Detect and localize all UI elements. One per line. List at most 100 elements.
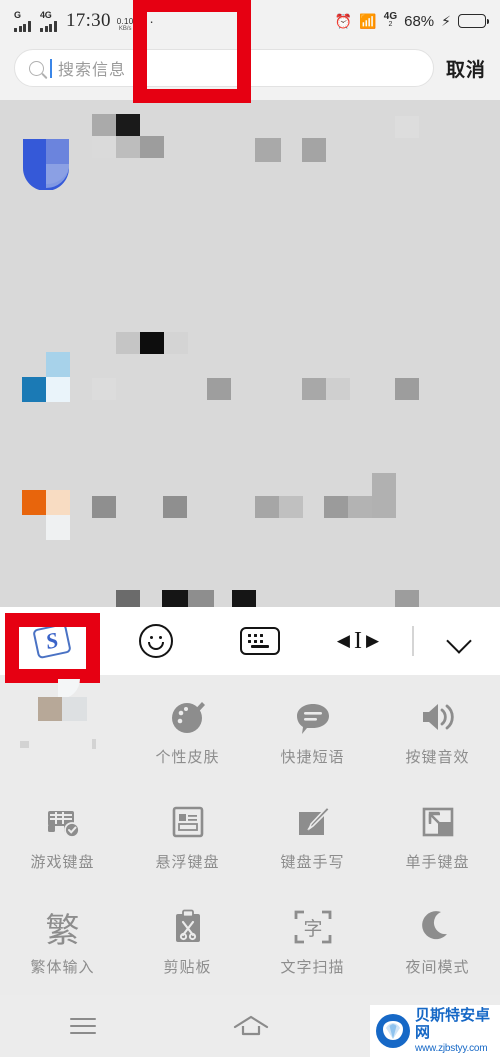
panel-item-label: 个性皮肤 bbox=[155, 749, 220, 766]
mosaic-block bbox=[92, 496, 116, 518]
collapse-keyboard-button[interactable] bbox=[422, 628, 500, 654]
list-item-avatar bbox=[22, 352, 70, 402]
network-type-sim1-label: G bbox=[14, 10, 21, 20]
sogou-logo-icon: S bbox=[32, 622, 72, 660]
search-bar: 搜索信息 取消 bbox=[0, 42, 500, 100]
svg-text:字: 字 bbox=[303, 918, 322, 940]
traditional-chinese-icon: 繁 bbox=[45, 910, 80, 951]
mosaic-block bbox=[162, 590, 188, 607]
battery-percent-label: 68% bbox=[404, 12, 435, 30]
mosaic-block bbox=[255, 138, 281, 162]
search-input[interactable]: 搜索信息 bbox=[14, 49, 434, 87]
clipboard-scissors-icon bbox=[168, 907, 208, 947]
signal-bars-sim1-icon: G bbox=[14, 10, 35, 32]
alarm-clock-icon: ⏰ bbox=[334, 12, 353, 29]
panel-item-text-scan[interactable]: 字 文字扫描 bbox=[250, 890, 375, 995]
panel-item-blurred[interactable] bbox=[0, 679, 125, 784]
panel-item-one-hand-keyboard[interactable]: 单手键盘 bbox=[375, 784, 500, 889]
network-type-sim2-label: 4G bbox=[40, 10, 52, 20]
panel-item-label: 悬浮键盘 bbox=[155, 854, 220, 871]
mosaic-block bbox=[116, 136, 140, 158]
mosaic-block bbox=[279, 496, 303, 518]
list-item-avatar bbox=[22, 490, 70, 540]
smiley-icon bbox=[139, 624, 173, 658]
panel-row: 游戏键盘 悬浮键盘 键盘手写 单手键盘 bbox=[0, 784, 500, 889]
signal-bars-sim2-icon: 4G bbox=[40, 10, 61, 32]
watermark: 贝斯特安卓网 www.zjbstyy.com bbox=[370, 1005, 500, 1057]
mosaic-block bbox=[164, 332, 188, 354]
cursor-move-icon: ◀ I ▶ bbox=[336, 627, 380, 654]
mosaic-block bbox=[116, 332, 140, 354]
palette-brush-icon bbox=[168, 697, 208, 737]
watermark-url: www.zjbstyy.com bbox=[415, 1042, 488, 1054]
mosaic-block bbox=[348, 496, 372, 518]
phone-screen: G 4G 17:30 0.10 KB/s ·· ⏰ 📶 4G 2 68% ⚡ 搜… bbox=[0, 0, 500, 1057]
mosaic-block bbox=[116, 590, 140, 607]
watermark-site-name: 贝斯特安卓网 bbox=[415, 1008, 491, 1042]
mosaic-block bbox=[302, 378, 326, 400]
mosaic-block bbox=[92, 136, 116, 158]
shell-logo-icon bbox=[376, 1014, 410, 1048]
status-overflow-dots: ·· bbox=[143, 13, 155, 29]
home-icon bbox=[233, 1015, 269, 1037]
keyboard-toolbar: S ◀ I ▶ bbox=[0, 607, 500, 683]
network-speed-value: 0.10 bbox=[116, 17, 134, 26]
panel-item-label: 剪贴板 bbox=[163, 960, 212, 977]
status-bar: G 4G 17:30 0.10 KB/s ·· ⏰ 📶 4G 2 68% ⚡ bbox=[0, 0, 500, 42]
panel-item-floating-keyboard[interactable]: 悬浮键盘 bbox=[125, 784, 250, 889]
panel-item-game-keyboard[interactable]: 游戏键盘 bbox=[0, 784, 125, 889]
speaker-icon bbox=[418, 697, 458, 737]
sim2-network-icon: 4G 2 bbox=[384, 12, 397, 29]
emoji-button[interactable] bbox=[104, 624, 208, 658]
cursor-move-button[interactable]: ◀ I ▶ bbox=[312, 628, 404, 655]
toolbar-divider bbox=[404, 626, 422, 656]
search-icon bbox=[29, 60, 44, 76]
sim2-index-label: 2 bbox=[388, 21, 393, 28]
mosaic-block bbox=[395, 116, 419, 138]
keyboard-layout-button[interactable] bbox=[208, 627, 312, 655]
system-nav-bar: 贝斯特安卓网 www.zjbstyy.com bbox=[0, 995, 500, 1057]
status-bar-left: G 4G 17:30 0.10 KB/s ·· bbox=[14, 10, 155, 32]
list-item-avatar bbox=[22, 138, 70, 191]
moon-icon bbox=[418, 907, 458, 947]
panel-item-clipboard[interactable]: 剪贴板 bbox=[125, 890, 250, 995]
text-scan-icon: 字 bbox=[293, 907, 333, 947]
mosaic-block bbox=[326, 378, 350, 400]
search-placeholder: 搜索信息 bbox=[58, 62, 127, 79]
nav-recents-button[interactable] bbox=[0, 1013, 167, 1039]
mosaic-block bbox=[255, 496, 279, 518]
floating-keyboard-icon bbox=[168, 802, 208, 842]
mosaic-block bbox=[163, 496, 187, 518]
mosaic-block bbox=[188, 590, 214, 607]
handwriting-pen-icon bbox=[293, 802, 333, 842]
mosaic-block bbox=[116, 114, 140, 136]
panel-item-key-sound[interactable]: 按键音效 bbox=[375, 679, 500, 784]
panel-item-label: 按键音效 bbox=[405, 749, 470, 766]
mosaic-block bbox=[207, 378, 231, 400]
cancel-button[interactable]: 取消 bbox=[446, 55, 486, 82]
panel-item-traditional-input[interactable]: 繁 繁体输入 bbox=[0, 890, 125, 995]
panel-item-skin[interactable]: 个性皮肤 bbox=[125, 679, 250, 784]
menu-recents-icon bbox=[70, 1013, 97, 1039]
mosaic-block bbox=[302, 138, 326, 162]
panel-item-quick-phrase[interactable]: 快捷短语 bbox=[250, 679, 375, 784]
panel-item-night-mode[interactable]: 夜间模式 bbox=[375, 890, 500, 995]
panel-item-label: 单手键盘 bbox=[405, 854, 470, 871]
panel-item-label: 夜间模式 bbox=[405, 960, 470, 977]
panel-item-handwriting[interactable]: 键盘手写 bbox=[250, 784, 375, 889]
keyboard-function-panel: 个性皮肤 快捷短语 按键音效 游戏键盘 悬浮键盘 键盘手写 单手键盘 繁 繁体输… bbox=[0, 0, 500, 995]
chevron-down-icon bbox=[448, 628, 474, 654]
status-bar-right: ⏰ 📶 4G 2 68% ⚡ bbox=[334, 12, 489, 30]
mosaic-block bbox=[232, 590, 256, 607]
mosaic-block bbox=[140, 332, 164, 354]
mosaic-block bbox=[395, 590, 419, 607]
nav-home-button[interactable] bbox=[167, 1015, 334, 1037]
blurred-content-area bbox=[0, 100, 500, 607]
panel-row: 繁 繁体输入 剪贴板 字 文字扫描 夜间模式 bbox=[0, 890, 500, 995]
sogou-logo-button[interactable]: S bbox=[0, 618, 104, 664]
mosaic-block bbox=[140, 136, 164, 158]
watermark-text: 贝斯特安卓网 www.zjbstyy.com bbox=[415, 1008, 495, 1054]
panel-item-label: 文字扫描 bbox=[280, 960, 345, 977]
mosaic-block bbox=[92, 114, 116, 136]
panel-item-label: 键盘手写 bbox=[280, 854, 345, 871]
